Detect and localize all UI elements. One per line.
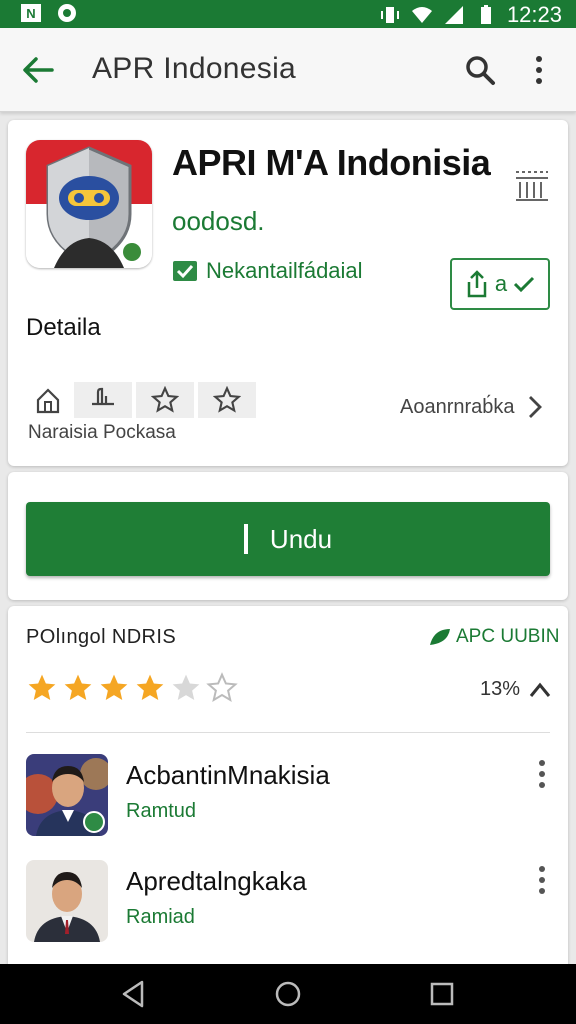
reviewer-item[interactable]: Apredtalngkaka Ramiad [26, 860, 550, 944]
wifi-icon [411, 7, 432, 23]
install-card: Undu [8, 472, 568, 600]
rating-percent: 13% [480, 678, 552, 701]
reviewer-subtitle: Ramtud [126, 800, 197, 822]
reviews-link[interactable]: APC UUBIN [428, 626, 559, 648]
thumb-icon [92, 387, 114, 406]
battery-icon [480, 5, 491, 24]
verified-text: Nekantailfádaial [206, 258, 363, 283]
more-vert-icon[interactable] [524, 52, 554, 88]
vibrate-icon [380, 7, 399, 23]
navigation-bar [0, 964, 576, 1024]
rate-action[interactable] [198, 382, 256, 418]
avatar [26, 754, 108, 836]
developer-name[interactable]: oodosd. [172, 206, 265, 237]
share-icon [467, 270, 487, 298]
reviews-card: POlıngol NDRIS APC UUBIN 13% AcbantinMna… [8, 606, 568, 966]
more-info-link[interactable]: Aoanrnrab́ka [400, 394, 543, 420]
star-outline-icon [213, 386, 241, 413]
recents-square-icon[interactable] [426, 978, 458, 1010]
status-bar: N 12:23 [0, 0, 576, 28]
wishlist-button-label: a [494, 271, 508, 296]
signal-icon [444, 6, 463, 24]
reviews-header: POlıngol NDRIS [26, 626, 177, 648]
home-action[interactable] [26, 382, 70, 418]
more-info-link-label: Aoanrnrab́ka [400, 395, 515, 418]
rating-percent-value: 13% [480, 678, 521, 700]
reviewer-name: Apredtalngkaka [126, 866, 307, 896]
reviews-link-label: APC UUBIN [456, 626, 560, 647]
install-button-label: Undu [269, 523, 333, 554]
chevron-up-icon[interactable] [528, 680, 552, 700]
wishlist-button[interactable]: a [450, 258, 550, 310]
settings-icon [58, 4, 76, 22]
notification-icon: N [21, 4, 41, 22]
star-filled-icon [100, 674, 128, 700]
reviewer-subtitle: Ramiad [126, 906, 195, 928]
more-vert-icon[interactable] [534, 758, 550, 790]
star-action[interactable] [136, 382, 194, 418]
leaf-icon [430, 629, 450, 645]
status-time: 12:23 [506, 2, 562, 27]
star-filled-icon [28, 674, 56, 700]
app-bar-title: APR Indonesia [92, 52, 297, 85]
more-vert-icon[interactable] [534, 864, 550, 896]
home-outline-icon [36, 388, 60, 414]
star-outline-icon [151, 386, 179, 413]
details-label: Detaila [26, 314, 101, 341]
verified-badge: Nekantailfádaial [172, 258, 363, 284]
app-title: APRI M'A Indonisia [172, 142, 491, 183]
home-circle-icon[interactable] [272, 978, 304, 1010]
rating-stars [26, 672, 238, 704]
back-triangle-icon[interactable] [118, 978, 150, 1010]
avatar [26, 860, 108, 942]
back-arrow-icon[interactable] [20, 52, 56, 88]
library-icon[interactable] [512, 168, 552, 204]
search-icon[interactable] [462, 52, 498, 88]
install-button[interactable]: Undu [26, 502, 550, 576]
app-header-card: APRI M'A Indonisia oodosd. Nekantailfáda… [8, 120, 568, 466]
star-empty-icon [206, 672, 238, 703]
check-icon [514, 276, 535, 293]
star-empty-icon [172, 674, 200, 700]
reviewer-name: AcbantinMnakisia [126, 760, 330, 790]
star-filled-icon [64, 674, 92, 700]
install-cursor-bar [243, 524, 248, 554]
verified-icon [173, 261, 197, 281]
actions-caption: Naraisia Pockasa [28, 422, 176, 443]
svg-text:N: N [26, 6, 35, 21]
app-bar: APR Indonesia [0, 28, 576, 112]
action-icons-row [26, 382, 256, 418]
reviewer-item[interactable]: AcbantinMnakisia Ramtud [26, 754, 550, 838]
chevron-right-icon [528, 396, 542, 418]
divider [26, 732, 550, 733]
thumbs-action[interactable] [74, 382, 132, 418]
star-filled-icon [136, 674, 164, 700]
app-icon [26, 140, 152, 268]
